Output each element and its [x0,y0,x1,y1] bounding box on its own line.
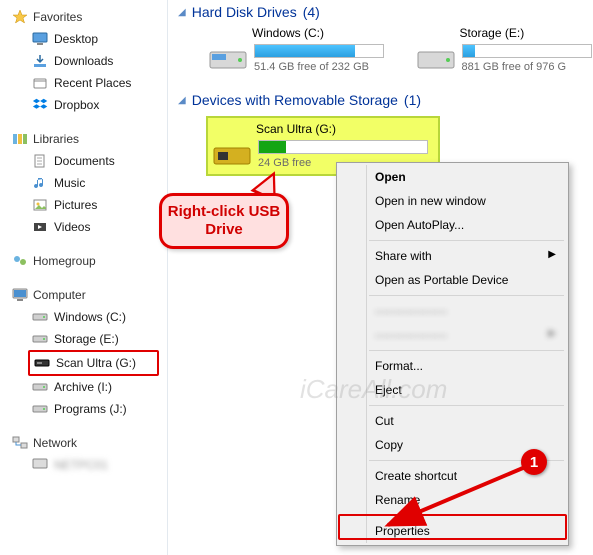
sidebar-highlight: Scan Ultra (G:) [28,350,159,376]
item-label: Downloads [54,54,113,68]
item-label: Recent Places [54,76,131,90]
item-label: Desktop [54,32,98,46]
drive-title: Storage (E:) [416,26,593,40]
sidebar-item-recent[interactable]: Recent Places [8,72,167,94]
pictures-icon [32,197,48,213]
sidebar-item-desktop[interactable]: Desktop [8,28,167,50]
recent-icon [32,75,48,91]
context-menu: Open Open in new window Open AutoPlay...… [336,162,569,546]
item-label: Storage (E:) [54,332,119,346]
usage-bar [254,44,384,58]
drive-icon [32,379,48,395]
submenu-arrow-icon: ▶ [548,328,556,339]
collapse-icon: ◢ [178,7,186,18]
item-label: Music [54,176,85,190]
group-hdd[interactable]: ◢ Hard Disk Drives (4) [178,0,593,26]
item-label: Scan Ultra (G:) [56,356,136,370]
hdd-icon [208,44,248,74]
sidebar-item-dropbox[interactable]: Dropbox [8,94,167,116]
ctx-properties[interactable]: Properties [339,519,566,543]
removable-drive-icon [212,140,252,170]
hdd-icon [416,44,456,74]
ctx-open[interactable]: Open [339,165,566,189]
ctx-share-with[interactable]: Share with▶ [339,244,566,268]
homegroup-label: Homegroup [33,254,96,268]
item-label: NETPC01 [54,458,108,472]
sidebar-item-documents[interactable]: Documents [8,150,167,172]
sidebar-item-pictures[interactable]: Pictures [8,194,167,216]
computer-icon [32,457,48,473]
sidebar-item-drive-i[interactable]: Archive (I:) [8,376,167,398]
item-label: Windows (C:) [54,310,126,324]
ctx-format[interactable]: Format... [339,354,566,378]
sidebar-item-downloads[interactable]: Downloads [8,50,167,72]
group-count: (1) [404,92,421,108]
ctx-portable-device[interactable]: Open as Portable Device [339,268,566,292]
drive-sub: 881 GB free of 976 G [462,61,592,73]
item-label: Archive (I:) [54,380,112,394]
removable-drive-icon [34,355,50,371]
computer-header[interactable]: Computer [8,284,167,306]
sidebar-item-drive-g[interactable]: Scan Ultra (G:) [30,352,157,374]
usage-bar [462,44,592,58]
network-header[interactable]: Network [8,432,167,454]
sidebar-item-drive-c[interactable]: Windows (C:) [8,306,167,328]
ctx-blurred-item[interactable]: —————— [339,299,566,323]
item-label: Pictures [54,198,97,212]
drive-icon [32,401,48,417]
usage-bar [258,140,428,154]
network-icon [12,435,28,451]
homegroup-header[interactable]: Homegroup [8,250,167,272]
videos-icon [32,219,48,235]
item-label: Documents [54,154,115,168]
libraries-label: Libraries [33,132,79,146]
sidebar-item-videos[interactable]: Videos [8,216,167,238]
item-label: Dropbox [54,98,99,112]
favorites-header[interactable]: Favorites [8,6,167,28]
music-icon [32,175,48,191]
callout-rightclick: Right-click USB Drive [159,193,289,249]
ctx-eject[interactable]: Eject [339,378,566,402]
downloads-icon [32,53,48,69]
desktop-icon [32,31,48,47]
libraries-header[interactable]: Libraries [8,128,167,150]
network-label: Network [33,436,77,450]
item-label: Videos [54,220,90,234]
item-label: Programs (J:) [54,402,127,416]
group-label: Devices with Removable Storage [192,92,398,108]
homegroup-icon [12,253,28,269]
sidebar-item-drive-j[interactable]: Programs (J:) [8,398,167,420]
collapse-icon: ◢ [178,95,186,106]
drive-title: Windows (C:) [208,26,386,40]
drive-e[interactable]: Storage (E:) 881 GB free of 976 G [416,26,593,74]
favorites-label: Favorites [33,10,82,24]
documents-icon [32,153,48,169]
sidebar-item-drive-e[interactable]: Storage (E:) [8,328,167,350]
computer-label: Computer [33,288,86,302]
step-badge-1: 1 [521,449,547,475]
libraries-icon [12,131,28,147]
computer-icon [12,287,28,303]
dropbox-icon [32,97,48,113]
star-icon [12,9,28,25]
navigation-pane: Favorites Desktop Downloads Recent Place… [0,0,168,555]
ctx-blurred-item[interactable]: ——————▶ [339,323,566,347]
drive-c[interactable]: Windows (C:) 51.4 GB free of 232 GB [208,26,386,74]
drive-sub: 51.4 GB free of 232 GB [254,61,384,73]
sidebar-item-network-node[interactable]: NETPC01 [8,454,167,476]
group-label: Hard Disk Drives [192,4,297,20]
drive-title: Scan Ultra (G:) [212,122,434,136]
sidebar-item-music[interactable]: Music [8,172,167,194]
drive-icon [32,331,48,347]
group-removable[interactable]: ◢ Devices with Removable Storage (1) [178,88,593,114]
drive-icon [32,309,48,325]
ctx-open-new-window[interactable]: Open in new window [339,189,566,213]
group-count: (4) [303,4,320,20]
submenu-arrow-icon: ▶ [548,249,556,260]
ctx-open-autoplay[interactable]: Open AutoPlay... [339,213,566,237]
ctx-rename[interactable]: Rename [339,488,566,512]
ctx-cut[interactable]: Cut [339,409,566,433]
